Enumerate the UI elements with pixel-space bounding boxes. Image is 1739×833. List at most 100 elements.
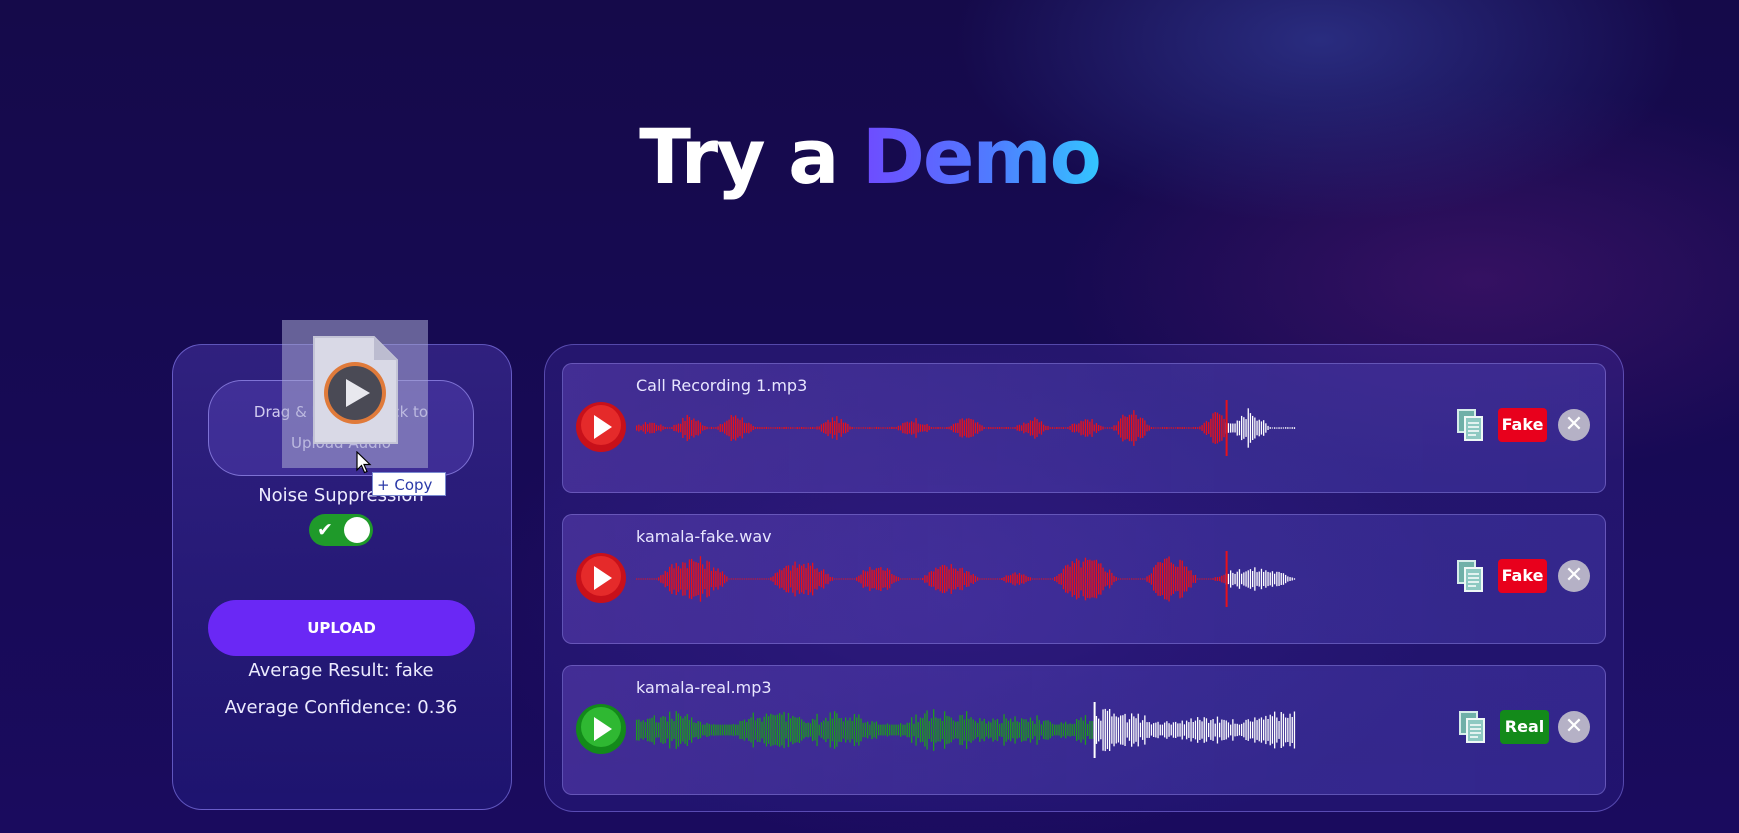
- waveform-bar: [1091, 721, 1093, 739]
- waveform-bar: [977, 722, 979, 738]
- waveform-bar: [1080, 717, 1082, 743]
- waveform-bar: [1216, 716, 1219, 744]
- waveform-bar: [1172, 427, 1175, 429]
- waveform[interactable]: [636, 398, 1296, 458]
- copy-icon[interactable]: [1456, 408, 1484, 442]
- waveform-bar: [750, 578, 752, 580]
- result-badge[interactable]: Real: [1500, 710, 1549, 744]
- waveform-bar: [1227, 573, 1230, 585]
- waveform-bar: [1137, 419, 1139, 437]
- waveform-bar: [759, 427, 761, 429]
- waveform-bar: [818, 724, 820, 736]
- result-badge[interactable]: Fake: [1498, 408, 1547, 442]
- waveform-bar: [845, 717, 847, 743]
- waveform-bar: [682, 417, 684, 438]
- upload-button[interactable]: UPLOAD: [208, 600, 475, 656]
- waveform-bar: [1223, 574, 1225, 584]
- waveform-bar: [1190, 427, 1192, 429]
- waveform-bar: [1256, 572, 1258, 586]
- noise-suppression-toggle[interactable]: ✔: [309, 514, 373, 546]
- waveform-bar: [849, 426, 851, 430]
- waveform-bar: [946, 427, 948, 429]
- waveform-bar: [955, 423, 957, 433]
- waveform-bar: [1014, 572, 1016, 586]
- waveform-bar: [1146, 722, 1148, 738]
- result-badge[interactable]: Fake: [1498, 559, 1547, 593]
- audio-file-icon: [313, 336, 398, 444]
- waveform-bar: [774, 427, 776, 429]
- waveform-bar: [662, 716, 664, 744]
- average-confidence: Average Confidence: 0.36: [224, 697, 458, 718]
- playhead[interactable]: [1225, 400, 1228, 456]
- waveform-bar: [893, 427, 895, 429]
- waveform-bar: [963, 572, 966, 585]
- waveform-bar: [889, 427, 891, 429]
- waveform-bar: [1071, 561, 1073, 597]
- waveform-bar: [739, 721, 741, 739]
- waveform-bar: [869, 724, 871, 736]
- waveform-bar: [1045, 425, 1047, 431]
- waveform-bar: [783, 427, 785, 429]
- waveform-bar: [754, 578, 757, 580]
- waveform-bar: [867, 427, 869, 429]
- waveform-bar: [1260, 421, 1263, 435]
- waveform-bar: [732, 416, 735, 440]
- waveform-bar: [757, 578, 759, 580]
- waveform-bar: [1230, 724, 1232, 736]
- close-icon[interactable]: ✕: [1558, 560, 1590, 592]
- waveform-bar: [1076, 424, 1078, 432]
- waveform-bar: [1016, 721, 1018, 739]
- waveform-bar: [957, 721, 959, 739]
- waveform-bar: [941, 564, 944, 594]
- waveform-bar: [1056, 575, 1058, 583]
- close-icon[interactable]: ✕: [1558, 711, 1590, 743]
- waveform-bar: [1144, 420, 1146, 436]
- close-icon[interactable]: ✕: [1558, 409, 1590, 441]
- waveform-bar: [1058, 574, 1060, 585]
- waveform-bar: [1166, 427, 1168, 430]
- waveform-bar: [1278, 721, 1280, 739]
- waveform-bar: [699, 556, 702, 602]
- waveform-bar: [996, 427, 999, 429]
- waveform-bar: [651, 578, 653, 580]
- waveform-bar: [772, 576, 774, 582]
- waveform-bar: [1181, 720, 1183, 740]
- title-accent: Demo: [861, 112, 1102, 201]
- waveform-bar: [790, 718, 792, 742]
- copy-icon[interactable]: [1458, 710, 1486, 744]
- waveform-bar: [827, 721, 829, 739]
- play-button[interactable]: [575, 552, 627, 604]
- waveform-bar: [1043, 720, 1045, 739]
- waveform-bar: [988, 721, 990, 739]
- waveform-bar: [1045, 578, 1047, 580]
- waveform-bar: [1269, 427, 1271, 429]
- waveform-bar: [908, 722, 911, 738]
- waveform-bar: [1159, 562, 1161, 596]
- playhead[interactable]: [1093, 702, 1096, 758]
- waveform-bar: [710, 426, 713, 430]
- waveform-bar: [713, 427, 715, 429]
- waveform-bar: [653, 715, 655, 745]
- waveform-bar: [1104, 427, 1106, 429]
- waveform[interactable]: [636, 549, 1296, 609]
- file-row: kamala-fake.wav Fake ✕: [562, 514, 1606, 644]
- waveform-bar: [735, 578, 737, 580]
- waveform-bar: [1047, 720, 1049, 740]
- waveform-bar: [845, 578, 847, 580]
- play-button[interactable]: [575, 401, 627, 453]
- waveform-bar: [1280, 712, 1282, 748]
- waveform-bar: [1109, 709, 1111, 751]
- waveform-bar: [937, 718, 939, 742]
- waveform-bar: [1150, 427, 1153, 429]
- playhead[interactable]: [1225, 551, 1228, 607]
- waveform-bar: [944, 711, 946, 749]
- waveform-bar: [862, 427, 864, 429]
- play-button[interactable]: [575, 703, 627, 755]
- waveform-bar: [1254, 567, 1256, 591]
- waveform[interactable]: [636, 700, 1296, 760]
- waveform-bar: [823, 423, 825, 433]
- copy-icon[interactable]: [1456, 559, 1484, 593]
- waveform-bar: [721, 571, 724, 587]
- waveform-bar: [1089, 720, 1091, 739]
- waveform-bar: [655, 722, 658, 738]
